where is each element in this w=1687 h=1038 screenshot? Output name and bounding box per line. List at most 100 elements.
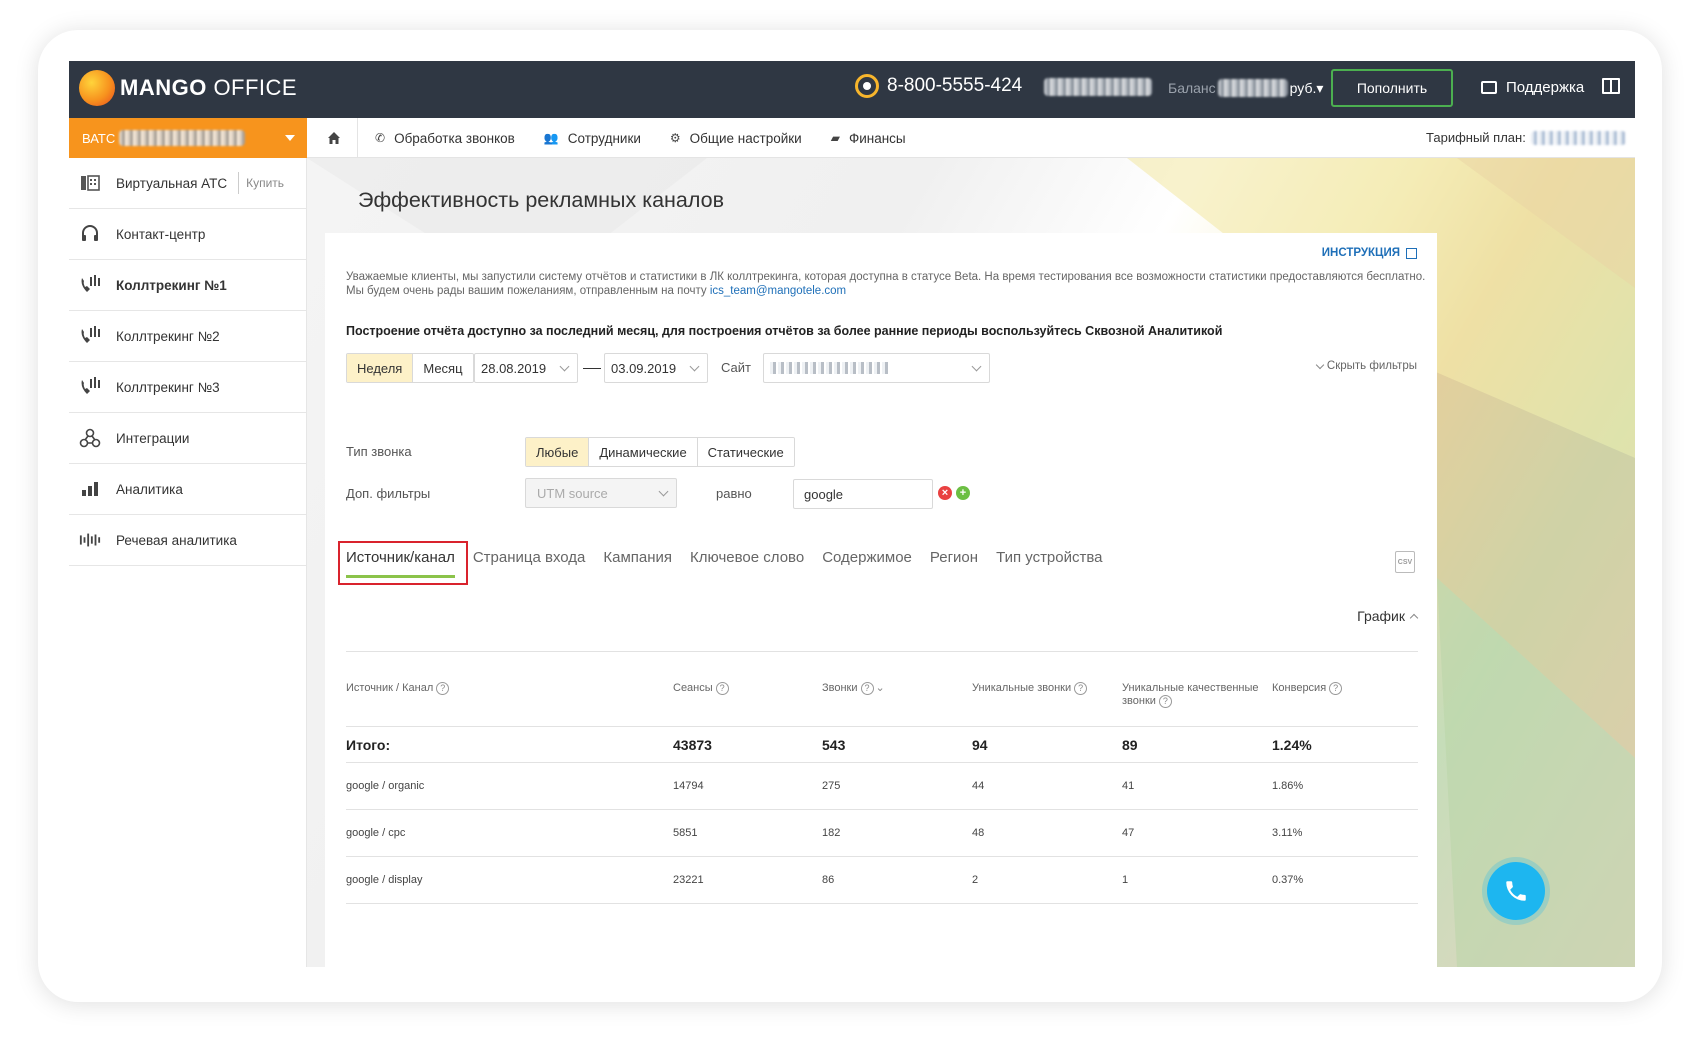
help-icon[interactable]: ? — [1329, 682, 1343, 695]
sidebar-item-virtual-ats[interactable]: Виртуальная АТС Купить — [69, 158, 306, 209]
header-source-channel[interactable]: Источник / Канал? — [346, 682, 450, 695]
nav-employees[interactable]: 👥 Сотрудники — [544, 131, 641, 146]
support-link[interactable]: Поддержка — [1481, 79, 1584, 96]
header-label: Уникальные звонки — [972, 682, 1072, 694]
add-filter-icon[interactable]: + — [956, 486, 970, 500]
tab-campaign[interactable]: Кампания — [603, 549, 672, 578]
chevron-down-icon — [1315, 360, 1325, 369]
filter-value-input[interactable]: google — [793, 479, 933, 509]
sidebar-item-label: Виртуальная АТС — [116, 175, 228, 191]
sidebar-item-speech-analytics[interactable]: Речевая аналитика — [69, 515, 306, 566]
book-icon[interactable] — [1602, 78, 1620, 94]
nav-label: Финансы — [848, 130, 906, 146]
sidebar-item-label: Речевая аналитика — [116, 532, 237, 548]
filter-value-text: google — [804, 486, 844, 502]
ats-name-redacted — [119, 130, 246, 146]
cell-calls: 275 — [822, 780, 841, 792]
hide-filters-toggle[interactable]: Скрыть фильтры — [1315, 360, 1417, 372]
date-from-select[interactable]: 28.08.2019 — [474, 353, 578, 383]
wallet-icon: ▰ — [830, 131, 840, 145]
header-sessions[interactable]: Сеансы? — [673, 682, 729, 695]
tariff-name-redacted — [1530, 130, 1626, 145]
buy-link[interactable]: Купить — [238, 172, 284, 194]
tab-source-channel[interactable]: Источник/канал — [346, 549, 455, 578]
sidebar-item-contact-center[interactable]: Контакт-центр — [69, 209, 306, 260]
date-range-dash — [583, 368, 601, 369]
cell-calls: 86 — [822, 874, 835, 886]
call-type-dynamic-button[interactable]: Динамические — [589, 438, 698, 466]
site-select[interactable] — [763, 353, 990, 383]
calltracking-icon — [79, 326, 101, 346]
call-widget-button[interactable] — [1487, 862, 1545, 920]
content-area: Эффективность рекламных каналов ИНСТРУКЦ… — [307, 158, 1635, 967]
logo-text-light: OFFICE — [206, 75, 298, 100]
tab-device-type[interactable]: Тип устройства — [996, 549, 1102, 578]
date-to-value: 03.09.2019 — [611, 360, 677, 376]
ats-selector[interactable]: ВАТС — [69, 118, 307, 158]
tab-content[interactable]: Содержимое — [822, 549, 912, 578]
sidebar-item-calltracking-2[interactable]: Коллтрекинг №2 — [69, 311, 306, 362]
support-email-link[interactable]: ics_team@mangotele.com — [710, 285, 846, 297]
cell-source: google / display — [346, 874, 423, 886]
period-week-button[interactable]: Неделя — [347, 354, 414, 382]
help-icon[interactable]: ? — [860, 682, 874, 695]
header-unique-quality-calls[interactable]: Уникальные качественные звонки? — [1122, 682, 1267, 708]
graph-toggle[interactable]: График — [1357, 608, 1419, 624]
gear-icon: ⚙ — [669, 131, 681, 145]
caret-down-icon — [285, 135, 295, 141]
topup-button[interactable]: Пополнить — [1331, 69, 1453, 107]
total-unique-quality-calls: 89 — [1122, 736, 1138, 753]
help-icon[interactable]: ? — [1158, 695, 1172, 708]
home-icon[interactable] — [319, 129, 349, 147]
date-to-select[interactable]: 03.09.2019 — [604, 353, 708, 383]
help-icon[interactable]: ? — [715, 682, 729, 695]
support-phone: 8-800-5555-424 — [855, 74, 1022, 98]
header-calls[interactable]: Звонки? ⌄ — [822, 682, 885, 695]
tab-keyword[interactable]: Ключевое слово — [690, 549, 804, 578]
sidebar-item-analytics[interactable]: Аналитика — [69, 464, 306, 515]
sidebar-item-integrations[interactable]: Интеграции — [69, 413, 306, 464]
period-toggle: Неделя Месяц — [346, 353, 474, 383]
chevron-down-icon — [689, 361, 700, 372]
period-month-button[interactable]: Месяц — [413, 354, 473, 382]
mango-office-logo[interactable]: MANGO OFFICE — [79, 70, 297, 106]
call-type-any-button[interactable]: Любые — [526, 438, 590, 466]
instructions-label: ИНСТРУКЦИЯ — [1321, 247, 1400, 259]
instructions-link[interactable]: ИНСТРУКЦИЯ — [1322, 247, 1417, 259]
utm-source-select[interactable]: UTM source — [525, 478, 677, 508]
page-title: Эффективность рекламных каналов — [358, 188, 725, 212]
tab-region[interactable]: Регион — [930, 549, 978, 578]
header-unique-calls[interactable]: Уникальные звонки? — [972, 682, 1088, 695]
nav-finances[interactable]: ▰ Финансы — [831, 131, 906, 146]
external-link-icon — [1406, 247, 1417, 259]
help-icon[interactable]: ? — [1074, 682, 1088, 695]
main-nav: ✆ Обработка звонков 👥 Сотрудники ⚙ Общие… — [375, 118, 935, 158]
sidebar-item-calltracking-1[interactable]: Коллтрекинг №1 — [69, 260, 306, 311]
window-frame: MANGO OFFICE 8-800-5555-424 Баланс руб. … — [38, 30, 1662, 1002]
table-row[interactable]: google / organic 14794 275 44 41 1.86% — [346, 763, 1418, 810]
waveform-icon — [79, 530, 101, 550]
nav-general-settings[interactable]: ⚙ Общие настройки — [670, 131, 802, 146]
tariff-plan[interactable]: Тарифный план: — [1426, 130, 1626, 145]
pbx-icon — [79, 173, 101, 193]
nav-call-processing[interactable]: ✆ Обработка звонков — [375, 131, 515, 146]
report-tabs: Источник/канал Страница входа Кампания К… — [346, 549, 1121, 578]
help-icon[interactable]: ? — [436, 682, 450, 695]
account-name-redacted[interactable] — [1044, 78, 1152, 96]
remove-filter-icon[interactable]: × — [938, 486, 952, 500]
chat-icon — [1481, 81, 1497, 94]
sidebar-item-label: Контакт-центр — [116, 226, 206, 242]
tab-landing-page[interactable]: Страница входа — [473, 549, 586, 578]
cell-conversion: 0.37% — [1272, 874, 1304, 886]
cell-sessions: 23221 — [673, 874, 704, 886]
csv-export-icon[interactable]: CSV — [1395, 551, 1415, 573]
sidebar-item-calltracking-3[interactable]: Коллтрекинг №3 — [69, 362, 306, 413]
header-conversion[interactable]: Конверсия? — [1272, 682, 1343, 695]
cell-source: google / cpc — [346, 827, 406, 839]
balance[interactable]: Баланс руб. ▾ — [1168, 79, 1323, 97]
table-row[interactable]: google / cpc 5851 182 48 47 3.11% — [346, 810, 1418, 857]
sort-desc-icon[interactable]: ⌄ — [876, 682, 885, 695]
call-type-static-button[interactable]: Статические — [697, 438, 794, 466]
cell-conversion: 1.86% — [1272, 780, 1304, 792]
table-row[interactable]: google / display 23221 86 2 1 0.37% — [346, 857, 1418, 904]
